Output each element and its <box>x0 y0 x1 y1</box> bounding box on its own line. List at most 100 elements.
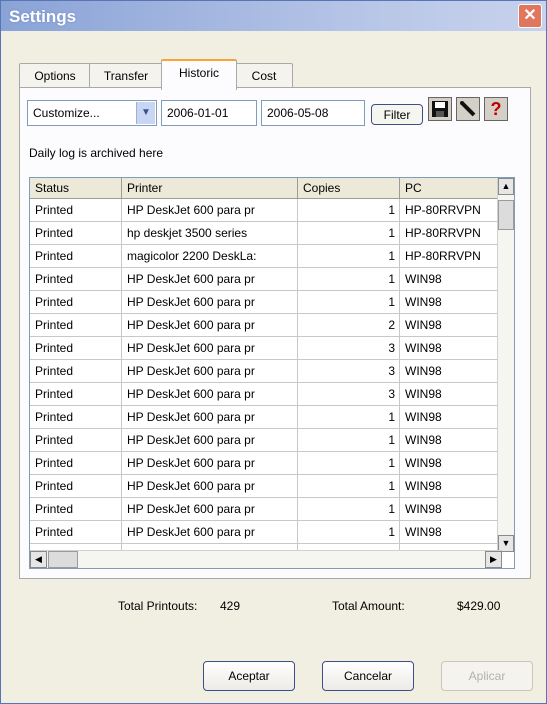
column-header-status[interactable]: Status <box>30 178 122 198</box>
tab-transfer[interactable]: Transfer <box>89 63 163 88</box>
tab-historic[interactable]: Historic <box>161 59 237 90</box>
scroll-up-icon[interactable]: ▲ <box>498 178 514 195</box>
cell-status: Printed <box>30 199 122 221</box>
table-row[interactable]: Printed HP DeskJet 600 para pr 3 WIN98 <box>30 337 502 360</box>
horizontal-scroll-thumb[interactable] <box>48 551 78 568</box>
cell-pc: WIN98 <box>400 360 502 382</box>
cell-status: Printed <box>30 383 122 405</box>
table-row[interactable]: PrintedHP DeskJet 600 para pr1WIN98 <box>30 521 502 544</box>
table-row[interactable]: Printed HP DeskJet 600 para pr 3 WIN98 <box>30 383 502 406</box>
cell-copies: 1 <box>298 199 400 221</box>
cell-printer: magicolor 2200 DeskLa: <box>122 245 298 267</box>
cell-printer: HP DeskJet 600 para pr <box>122 429 298 451</box>
scroll-right-icon[interactable]: ▶ <box>485 551 502 568</box>
total-amount-value: $429.00 <box>457 599 501 613</box>
cell-copies: 2 <box>298 314 400 336</box>
cell-pc: WIN98 <box>400 498 502 520</box>
cell-printer: HP DeskJet 600 para pr <box>122 498 298 520</box>
cell-copies: 1 <box>298 268 400 290</box>
table-row[interactable]: Printed HP DeskJet 600 para pr 1 HP-80RRVPN <box>30 199 502 222</box>
table-row[interactable]: Printed hp deskjet 3500 series 1 HP-80RRVPN <box>30 222 502 245</box>
cell-status: Printed <box>30 222 122 244</box>
cell-status: Printed <box>30 521 122 543</box>
accept-button[interactable]: Aceptar <box>203 661 295 691</box>
apply-button[interactable]: Aplicar <box>441 661 533 691</box>
close-button[interactable]: ✕ <box>518 4 542 28</box>
history-grid[interactable]: Status Printer Copies PC Printed HP DeskJ… <box>29 177 515 569</box>
table-row[interactable]: PrintedHP DeskJet 600 para pr1WIN98 <box>30 268 502 291</box>
cell-status: Printed <box>30 360 122 382</box>
table-row[interactable]: Printed HP DeskJet 600 para pr 3 WIN98 <box>30 360 502 383</box>
cell-pc: WIN98 <box>400 406 502 428</box>
cell-status: Printed <box>30 291 122 313</box>
cell-status: Printed <box>30 337 122 359</box>
cell-status: Printed <box>30 245 122 267</box>
table-row[interactable]: PrintedHP DeskJet 600 para pr1WIN98 <box>30 498 502 521</box>
column-header-pc[interactable]: PC <box>400 178 502 198</box>
cell-pc: WIN98 <box>400 521 502 543</box>
cell-printer: HP DeskJet 600 para pr <box>122 314 298 336</box>
date-to-field[interactable]: 2006-05-08 <box>261 100 365 126</box>
cell-status: Printed <box>30 314 122 336</box>
table-row[interactable]: PrintedHP DeskJet 600 para pr1WIN98 <box>30 406 502 429</box>
total-printouts-label: Total Printouts: <box>118 599 198 613</box>
table-row[interactable]: PrintedHP DeskJet 600 para pr1WIN98 <box>30 475 502 498</box>
table-row[interactable]: Printed magicolor 2200 DeskLa: 1 HP-80RRVPN <box>30 245 502 268</box>
edit-icon[interactable] <box>456 97 480 121</box>
table-row[interactable]: PrintedHP DeskJet 600 para pr1WIN98 <box>30 291 502 314</box>
cell-pc: WIN98 <box>400 314 502 336</box>
table-row[interactable]: Printed HP DeskJet 600 para pr 2 WIN98 <box>30 314 502 337</box>
vertical-scrollbar[interactable]: ▲ ▼ <box>497 178 514 552</box>
cell-copies: 1 <box>298 222 400 244</box>
total-amount-label: Total Amount: <box>332 599 405 613</box>
cell-printer: HP DeskJet 600 para pr <box>122 291 298 313</box>
archived-label: Daily log is archived here <box>29 146 164 160</box>
cell-copies: 3 <box>298 337 400 359</box>
column-header-printer[interactable]: Printer <box>122 178 298 198</box>
cell-printer: hp deskjet 3500 series <box>122 222 298 244</box>
settings-window: Settings ✕ Options Transfer Historic Cos… <box>0 0 547 704</box>
cell-printer: HP DeskJet 600 para pr <box>122 475 298 497</box>
tab-cost[interactable]: Cost <box>235 63 293 88</box>
table-row[interactable]: PrintedHP DeskJet 600 para pr1WIN98 <box>30 429 502 452</box>
cell-printer: HP DeskJet 600 para pr <box>122 268 298 290</box>
cell-pc: HP-80RRVPN <box>400 199 502 221</box>
cell-copies: 3 <box>298 360 400 382</box>
cell-printer: HP DeskJet 600 para pr <box>122 452 298 474</box>
cell-copies: 1 <box>298 475 400 497</box>
help-icon[interactable]: ? <box>484 97 508 121</box>
total-printouts-value: 429 <box>220 599 241 613</box>
cell-copies: 1 <box>298 452 400 474</box>
scroll-left-icon[interactable]: ◀ <box>30 551 47 568</box>
title-bar[interactable]: Settings ✕ <box>1 1 546 31</box>
cell-pc: HP-80RRVPN <box>400 222 502 244</box>
cell-copies: 1 <box>298 521 400 543</box>
cell-copies: 1 <box>298 498 400 520</box>
cell-pc: WIN98 <box>400 337 502 359</box>
cell-status: Printed <box>30 498 122 520</box>
cell-copies: 3 <box>298 383 400 405</box>
cell-pc: WIN98 <box>400 383 502 405</box>
cell-pc: WIN98 <box>400 452 502 474</box>
chevron-down-icon[interactable]: ▼ <box>136 102 155 124</box>
cancel-button[interactable]: Cancelar <box>322 661 414 691</box>
tab-options[interactable]: Options <box>19 63 91 88</box>
horizontal-scrollbar[interactable]: ◀ ▶ <box>30 550 502 568</box>
filter-button[interactable]: Filter <box>371 104 423 125</box>
table-row[interactable]: PrintedHP DeskJet 600 para pr1WIN98 <box>30 452 502 475</box>
cell-printer: HP DeskJet 600 para pr <box>122 360 298 382</box>
cell-printer: HP DeskJet 600 para pr <box>122 199 298 221</box>
cell-status: Printed <box>30 268 122 290</box>
vertical-scroll-thumb[interactable] <box>498 200 514 230</box>
column-header-copies[interactable]: Copies <box>298 178 400 198</box>
preset-value: Customize... <box>33 106 100 120</box>
cell-copies: 1 <box>298 245 400 267</box>
cell-pc: WIN98 <box>400 429 502 451</box>
date-from-field[interactable]: 2006-01-01 <box>161 100 257 126</box>
preset-select[interactable]: Customize... ▼ <box>27 100 157 126</box>
cell-status: Printed <box>30 475 122 497</box>
cell-printer: HP DeskJet 600 para pr <box>122 383 298 405</box>
cell-printer: HP DeskJet 600 para pr <box>122 337 298 359</box>
save-icon[interactable] <box>428 97 452 121</box>
window-title: Settings <box>9 7 77 26</box>
